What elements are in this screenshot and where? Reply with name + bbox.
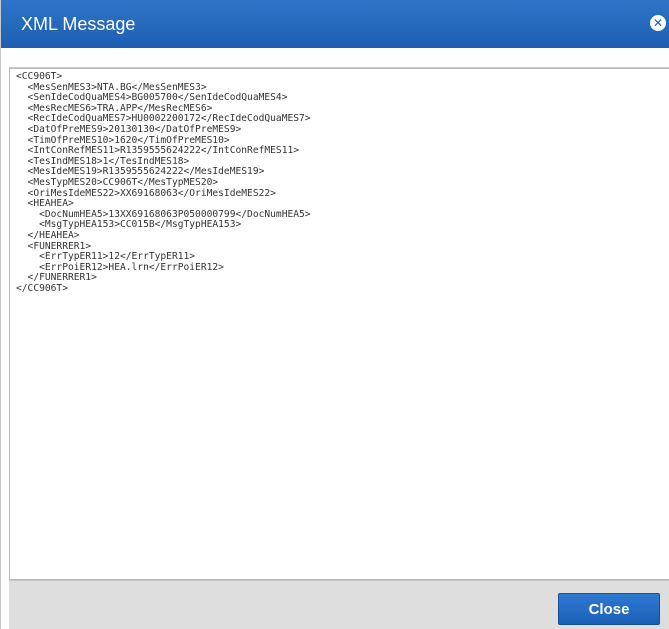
- xml-content-area[interactable]: <CC906T> <MesSenMES3>NTA.BG</MesSenMES3>…: [9, 68, 669, 580]
- xml-message-text: <CC906T> <MesSenMES3>NTA.BG</MesSenMES3>…: [16, 71, 311, 294]
- close-icon[interactable]: ✕: [650, 15, 666, 31]
- close-button[interactable]: Close: [558, 593, 660, 625]
- dialog-footer: Close: [9, 580, 669, 629]
- dialog-titlebar: XML Message ✕: [1, 0, 669, 48]
- xml-message-dialog: XML Message ✕ <CC906T> <MesSenMES3>NTA.B…: [0, 0, 669, 629]
- dialog-title: XML Message: [21, 14, 136, 34]
- toolbar-strip: [9, 48, 669, 68]
